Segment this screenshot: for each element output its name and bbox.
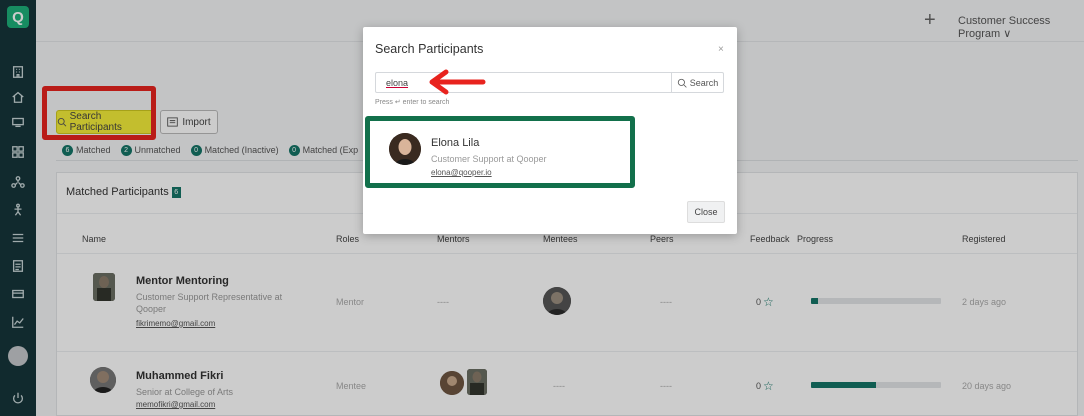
import-icon (167, 117, 179, 127)
list-icon[interactable] (8, 228, 28, 248)
header-registered[interactable]: Registered (962, 234, 1006, 244)
participant-title: Customer Support Representative at (136, 292, 283, 302)
sidebar: Q (0, 0, 36, 416)
annotation-red-arrow (429, 69, 486, 95)
chart-icon[interactable] (8, 312, 28, 332)
home-icon[interactable] (8, 87, 28, 107)
tab-matched-inactive[interactable]: 0 Matched (Inactive) (190, 142, 279, 158)
avatar[interactable] (90, 367, 116, 393)
tab-unmatched[interactable]: 2 Unmatched (120, 142, 181, 158)
participant-email[interactable]: fikrimemo@gmail.com (136, 319, 215, 328)
peers-cell: ---- (660, 297, 672, 307)
progress-bar (811, 298, 941, 304)
grid-icon[interactable] (8, 142, 28, 162)
participant-role: Mentee (336, 381, 367, 391)
close-button[interactable]: Close (687, 201, 725, 223)
add-icon[interactable]: + (924, 10, 936, 30)
card-icon[interactable] (8, 284, 28, 304)
feedback-rating[interactable]: 0 ☆ (756, 295, 774, 309)
header-feedback[interactable]: Feedback (750, 234, 790, 244)
mentors-cell: ---- (437, 297, 449, 307)
tab-matched[interactable]: 6 Matched (62, 142, 111, 158)
document-icon[interactable] (8, 256, 28, 276)
header-progress[interactable]: Progress (797, 234, 833, 244)
progress-bar (811, 382, 941, 388)
participant-role: Mentor (336, 297, 365, 307)
annotation-red-box (42, 86, 156, 140)
participant-company: Qooper (136, 304, 167, 314)
search-button[interactable]: Search (671, 73, 723, 92)
header-name[interactable]: Name (82, 234, 106, 244)
mentor-avatar[interactable] (467, 369, 487, 395)
feedback-rating[interactable]: 0 ☆ (756, 379, 774, 393)
mentees-cell: ---- (553, 381, 565, 391)
header-mentors[interactable]: Mentors (437, 234, 470, 244)
person-icon[interactable] (8, 200, 28, 220)
filter-tabs: 6 Matched 2 Unmatched 0 Matched (Inactive) … (62, 142, 358, 158)
modal-title: Search Participants (375, 42, 484, 56)
search-icon (677, 78, 687, 88)
search-hint: Press ↵ enter to search (375, 99, 450, 106)
mentee-avatar[interactable] (543, 287, 571, 315)
row-divider (57, 351, 1077, 352)
building-icon[interactable] (8, 62, 28, 82)
mentor-avatar[interactable] (440, 371, 464, 395)
user-avatar[interactable] (8, 346, 28, 366)
close-icon[interactable]: × (718, 44, 724, 55)
progress-fill (811, 298, 818, 304)
star-icon: ☆ (763, 379, 774, 393)
header-roles[interactable]: Roles (336, 234, 359, 244)
import-button[interactable]: Import (160, 110, 218, 134)
monitor-icon[interactable] (8, 112, 28, 132)
participant-title: Senior at College of Arts (136, 387, 234, 397)
peers-cell: ---- (660, 381, 672, 391)
header-mentees[interactable]: Mentees (543, 234, 578, 244)
registered-cell: 2 days ago (962, 297, 1007, 307)
chevron-down-icon: ∨ (1003, 28, 1012, 40)
network-icon[interactable] (8, 172, 28, 192)
participant-name[interactable]: Muhammed Fikri (136, 370, 223, 382)
card-title: Matched Participants 6 (66, 186, 181, 198)
header-peers[interactable]: Peers (650, 234, 674, 244)
tab-matched-expired[interactable]: 0 Matched (Exp (288, 142, 358, 158)
search-input[interactable] (376, 73, 671, 92)
annotation-green-box (365, 116, 635, 188)
program-selector[interactable]: Customer Success Program ∨ (958, 15, 1084, 40)
participant-name[interactable]: Mentor Mentoring (136, 275, 229, 287)
avatar[interactable] (93, 273, 115, 301)
header-divider (57, 253, 1077, 254)
star-icon: ☆ (763, 295, 774, 309)
registered-cell: 20 days ago (962, 381, 1012, 391)
participant-email[interactable]: memofikri@gmail.com (136, 400, 215, 409)
app-logo[interactable]: Q (7, 6, 29, 28)
power-icon[interactable] (8, 388, 28, 408)
progress-fill (811, 382, 876, 388)
